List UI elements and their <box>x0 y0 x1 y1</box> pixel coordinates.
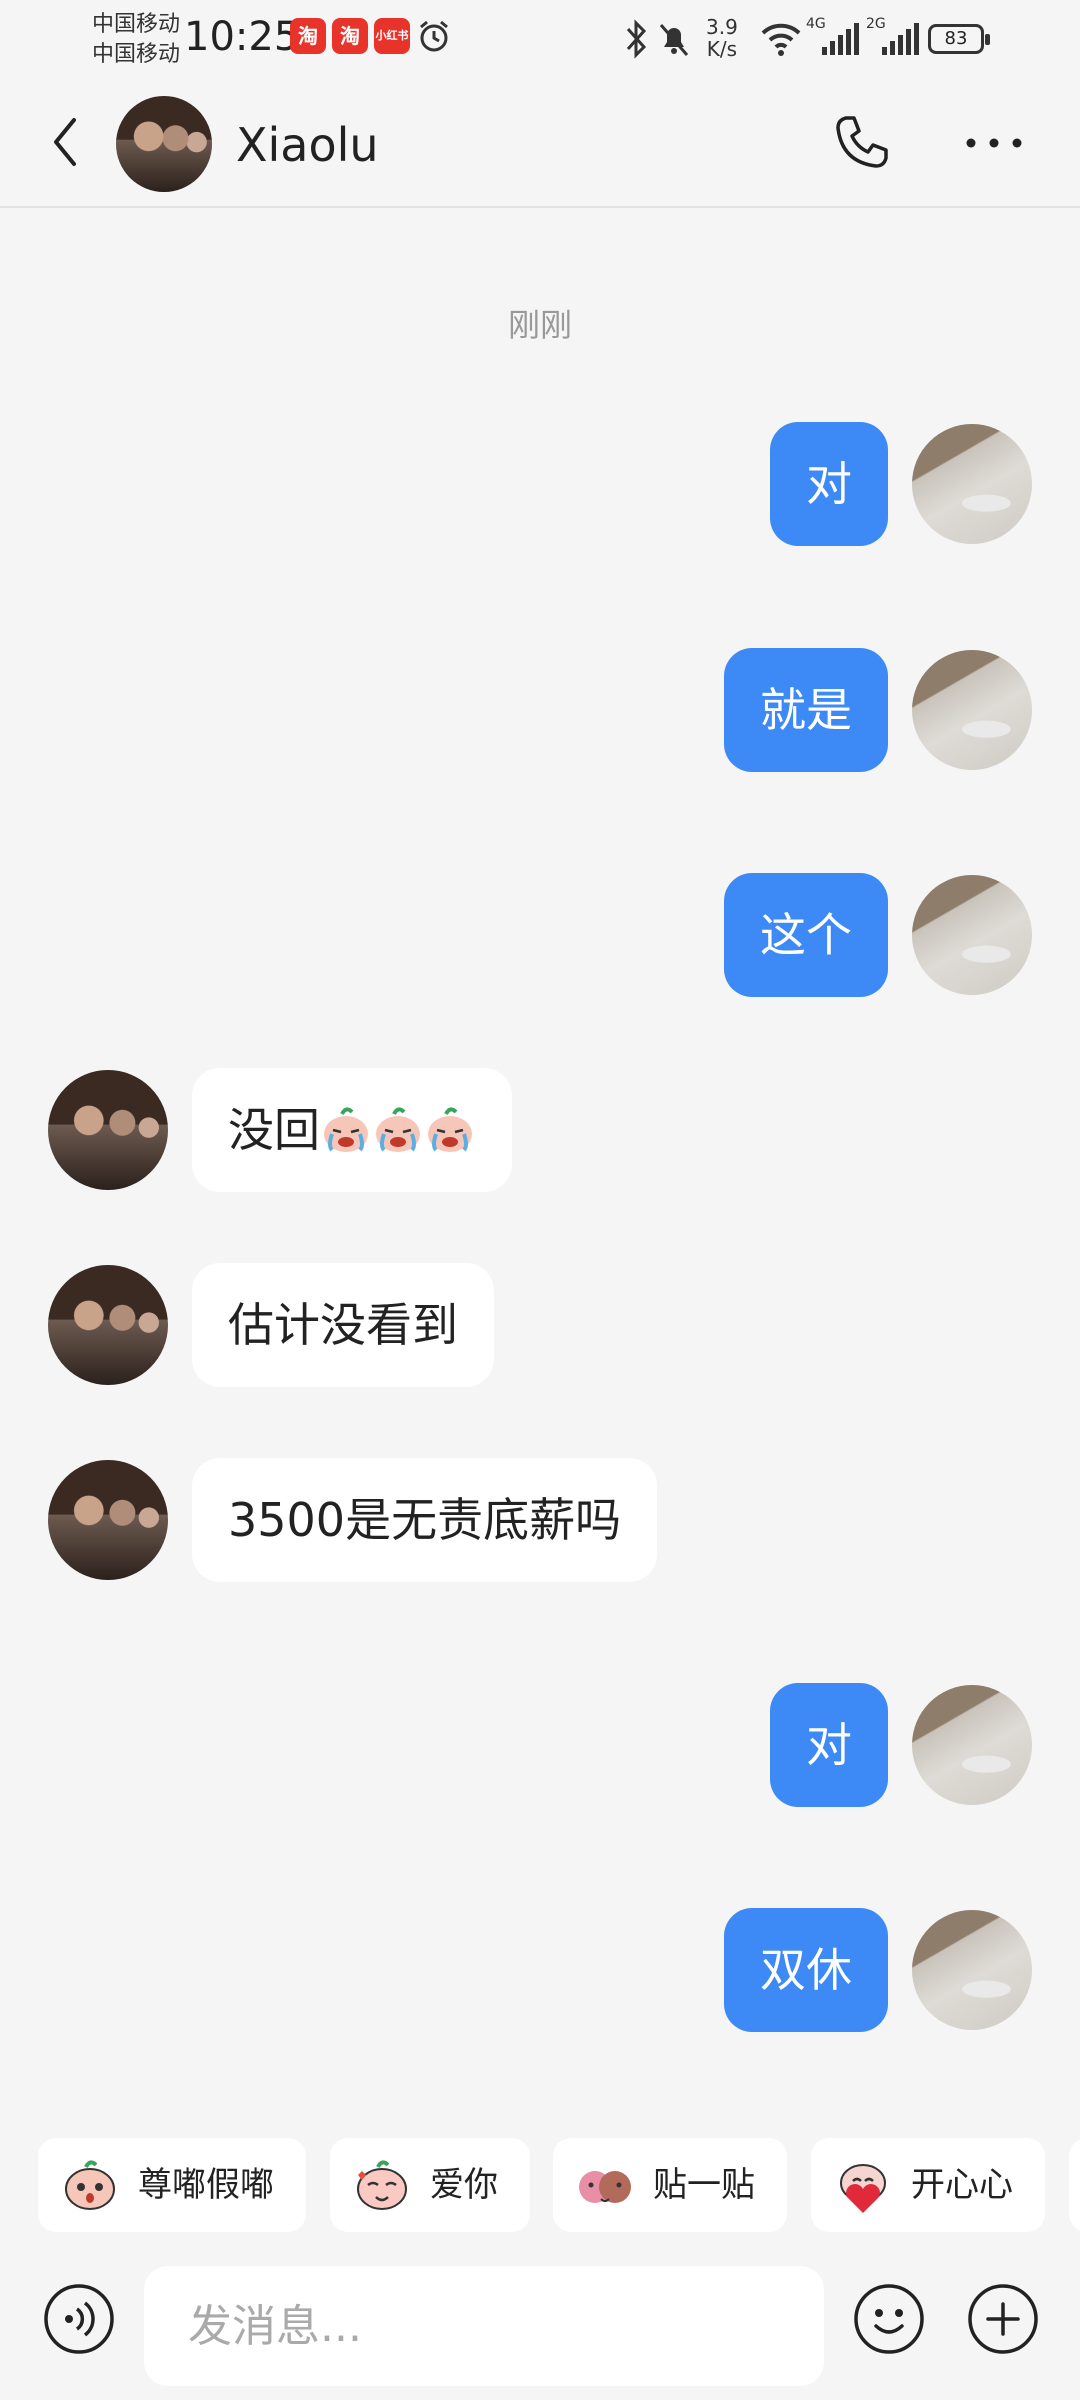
taobao-event-notification-icon: 淘 <box>332 18 368 54</box>
status-time: 10:25 <box>184 14 300 60</box>
status-bar: 中国移动 中国移动 10:25 淘 淘 小红书 3.9 K/s 4G 2G 83 <box>0 0 1080 78</box>
cell-signal-1-icon <box>822 23 859 55</box>
battery-indicator: 83 <box>928 24 990 54</box>
crying-peach-face-icon <box>324 1106 368 1152</box>
contact-message-avatar[interactable] <box>48 1265 168 1385</box>
my-message-bubble[interactable]: 双休 <box>724 1908 888 2032</box>
message-input[interactable] <box>144 2266 824 2386</box>
network-speed-unit: K/s <box>706 37 738 61</box>
voice-input-icon[interactable] <box>42 2282 116 2356</box>
sticker-chip[interactable]: 爱你 <box>330 2138 530 2232</box>
my-avatar[interactable] <box>912 875 1032 995</box>
message-row: 对 <box>0 1683 1080 1807</box>
sticker-label: 爱你 <box>430 2165 498 2205</box>
sticker-chip-partial[interactable] <box>1069 2138 1080 2232</box>
happy-heart-icon <box>840 2164 886 2213</box>
crying-peach-face-icon <box>428 1106 472 1152</box>
my-avatar[interactable] <box>912 650 1032 770</box>
my-message-bubble[interactable]: 对 <box>770 422 888 546</box>
my-message-bubble[interactable]: 对 <box>770 1683 888 1807</box>
message-row: 对 <box>0 422 1080 546</box>
plus-icon[interactable] <box>966 2282 1040 2356</box>
chat-header: Xiaolu <box>0 78 1080 208</box>
bluetooth-icon <box>626 19 647 59</box>
carrier-names: 中国移动 中国移动 <box>92 10 180 70</box>
taobao-notification-icon: 淘 <box>290 18 326 54</box>
composer-area: 尊嘟假嘟 爱你 贴一贴 开心心 <box>0 2100 1080 2400</box>
crying-peach-face-icon <box>376 1106 420 1152</box>
cell-signal-2-icon <box>882 23 919 55</box>
emoji-picker-icon[interactable] <box>852 2282 926 2356</box>
carrier-1: 中国移动 <box>92 12 181 37</box>
sticker-label: 开心心 <box>911 2165 1013 2205</box>
peach-love-icon <box>357 2160 407 2210</box>
xiaohongshu-notification-icon: 小红书 <box>374 18 410 54</box>
my-message-bubble[interactable]: 就是 <box>724 648 888 772</box>
sticker-label: 贴一贴 <box>653 2165 755 2205</box>
mute-notifications-icon <box>659 24 689 56</box>
contact-name[interactable]: Xiaolu <box>236 118 379 172</box>
my-message-bubble[interactable]: 这个 <box>724 873 888 997</box>
my-avatar[interactable] <box>912 424 1032 544</box>
message-row: 3500是无责底薪吗 <box>0 1458 1080 1582</box>
more-options-icon[interactable] <box>964 136 1024 150</box>
message-text: 没回 <box>228 1103 320 1157</box>
sticker-label: 尊嘟假嘟 <box>138 2165 274 2205</box>
sticker-suggestions: 尊嘟假嘟 爱你 贴一贴 开心心 <box>0 2138 1080 2238</box>
message-timestamp: 刚刚 <box>507 306 572 344</box>
contact-message-avatar[interactable] <box>48 1070 168 1190</box>
network-speed: 3.9 K/s <box>706 16 738 60</box>
peach-face-icon <box>65 2160 115 2210</box>
network-speed-value: 3.9 <box>706 15 738 39</box>
sticker-chip[interactable]: 贴一贴 <box>553 2138 787 2232</box>
sticker-chip[interactable]: 尊嘟假嘟 <box>38 2138 306 2232</box>
my-avatar[interactable] <box>912 1910 1032 2030</box>
carrier-2: 中国移动 <box>92 42 181 67</box>
wifi-icon <box>761 23 801 56</box>
input-bar <box>0 2260 1080 2400</box>
alarm-icon <box>420 20 448 52</box>
contact-message-bubble[interactable]: 3500是无责底薪吗 <box>192 1458 658 1582</box>
message-row: 没回 <box>0 1068 1080 1192</box>
cuddle-couple-icon <box>579 2171 631 2203</box>
back-arrow-icon[interactable] <box>46 112 86 172</box>
sticker-chip[interactable]: 开心心 <box>811 2138 1045 2232</box>
my-avatar[interactable] <box>912 1685 1032 1805</box>
message-row: 估计没看到 <box>0 1263 1080 1387</box>
contact-message-avatar[interactable] <box>48 1460 168 1580</box>
message-row: 这个 <box>0 873 1080 997</box>
message-row: 双休 <box>0 1908 1080 2032</box>
contact-avatar[interactable] <box>116 96 212 192</box>
contact-message-bubble[interactable]: 估计没看到 <box>192 1263 494 1387</box>
message-row: 就是 <box>0 648 1080 772</box>
contact-message-bubble[interactable]: 没回 <box>192 1068 512 1192</box>
phone-call-icon[interactable] <box>832 112 892 172</box>
